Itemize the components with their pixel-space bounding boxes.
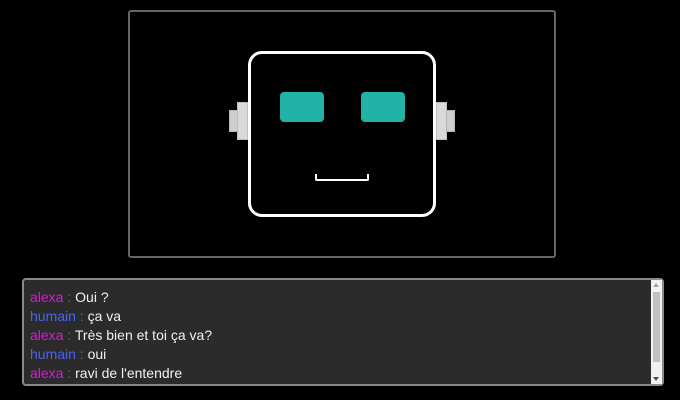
- scroll-down-icon[interactable]: [653, 377, 659, 381]
- speaker-label: alexa :: [30, 289, 72, 305]
- chat-scrollbar[interactable]: [651, 280, 662, 384]
- message-text: oui: [87, 346, 107, 362]
- scroll-thumb[interactable]: [653, 292, 660, 362]
- robot-left-eye: [280, 92, 324, 122]
- chat-messages: alexa : Oui ? humain : ça va alexa : Trè…: [30, 288, 646, 383]
- robot-right-ear-tip: [446, 110, 455, 132]
- robot-left-ear: [237, 102, 248, 140]
- chat-message: alexa : Très bien et toi ça va?: [30, 326, 646, 345]
- speaker-label: alexa :: [30, 365, 72, 381]
- robot-right-eye: [361, 92, 405, 122]
- scroll-up-icon[interactable]: [653, 283, 659, 287]
- chat-message: humain : oui: [30, 345, 646, 364]
- speaker-label: humain :: [30, 308, 84, 324]
- message-text: ça va: [87, 308, 122, 324]
- chat-message: alexa : Oui ?: [30, 288, 646, 307]
- chat-message: alexa : ravi de l'entendre: [30, 364, 646, 383]
- message-text: ravi de l'entendre: [75, 365, 183, 381]
- speaker-label: alexa :: [30, 327, 72, 343]
- message-text: Très bien et toi ça va?: [74, 327, 213, 343]
- chat-message: humain : ça va: [30, 307, 646, 326]
- robot-mouth: [315, 174, 369, 181]
- speaker-label: humain :: [30, 346, 84, 362]
- robot-face: [248, 51, 436, 217]
- message-text: Oui ?: [75, 289, 109, 305]
- chat-log[interactable]: alexa : Oui ? humain : ça va alexa : Trè…: [22, 278, 664, 386]
